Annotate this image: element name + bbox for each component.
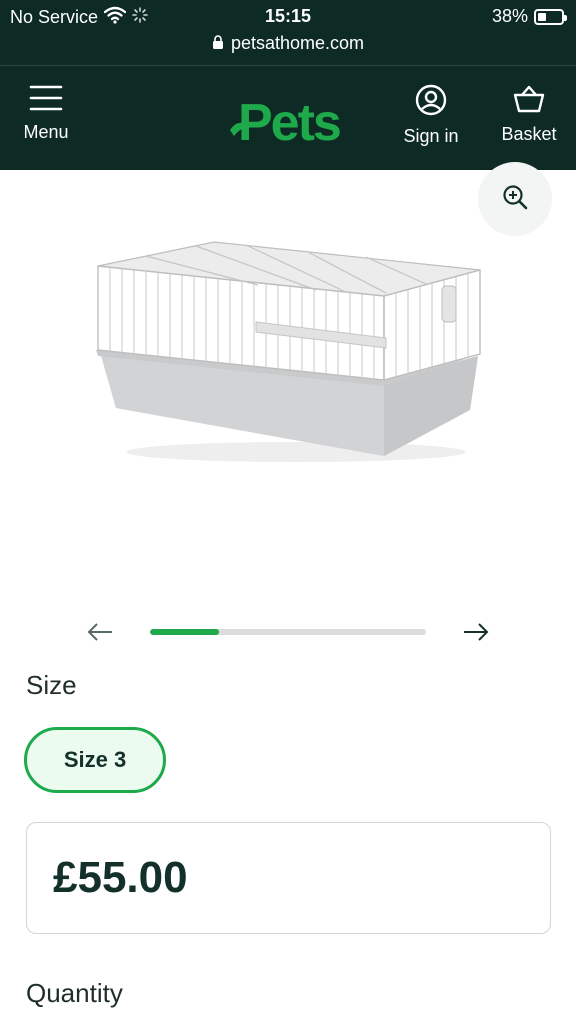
size-heading: Size xyxy=(26,670,77,700)
basket-icon xyxy=(512,84,546,114)
clock: 15:15 xyxy=(264,6,312,26)
sign-in-button[interactable]: Sign in xyxy=(398,84,464,147)
size-option-selected[interactable]: Size 3 xyxy=(24,727,166,793)
arrow-left-icon xyxy=(86,623,114,648)
battery-group: 38% xyxy=(491,6,567,27)
pets-logo[interactable]: Pets xyxy=(228,90,352,152)
battery-percent: 38% xyxy=(491,6,528,26)
gallery-progress-fill xyxy=(150,629,219,635)
battery-icon xyxy=(534,8,567,25)
next-image-button[interactable] xyxy=(462,620,490,644)
lock-icon xyxy=(212,33,224,54)
logo-text: Pets xyxy=(238,94,340,150)
user-account-icon xyxy=(415,84,447,116)
quantity-heading: Quantity xyxy=(26,978,123,1008)
status-bar: No Service 15:15 38% xyxy=(0,0,576,32)
hamburger-icon xyxy=(29,84,63,112)
battery-level xyxy=(538,12,546,21)
price-box: £55.00 xyxy=(26,822,551,934)
price-value: £55.00 xyxy=(53,853,188,902)
basket-button[interactable]: Basket xyxy=(498,84,560,145)
address-bar[interactable]: petsathome.com xyxy=(0,33,576,54)
url-text: petsathome.com xyxy=(230,33,365,53)
zoom-in-icon xyxy=(501,183,529,216)
menu-label: Menu xyxy=(23,122,69,142)
product-image[interactable] xyxy=(86,230,492,470)
basket-label: Basket xyxy=(501,124,557,144)
previous-image-button[interactable] xyxy=(86,620,114,644)
zoom-button[interactable] xyxy=(478,162,552,236)
menu-button[interactable]: Menu xyxy=(18,84,74,143)
browser-chrome: No Service 15:15 38% petsathome.com xyxy=(0,0,576,66)
gallery-progress xyxy=(150,629,426,635)
site-header: Menu Pets Sign in Basket xyxy=(0,66,576,170)
sign-in-label: Sign in xyxy=(403,126,459,146)
arrow-right-icon xyxy=(462,623,490,648)
